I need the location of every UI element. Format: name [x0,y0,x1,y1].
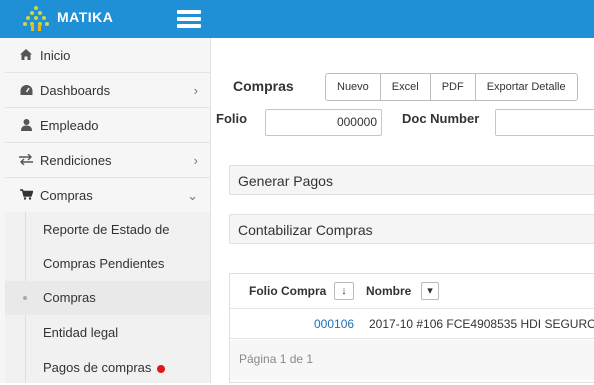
pdf-button[interactable]: PDF [429,73,476,101]
submenu-item-text: Pagos de compras [43,360,152,375]
submenu-item-pagos-de-compras[interactable]: Pagos de compras [5,351,210,385]
sidebar-item-empleado[interactable]: Empleado [5,108,210,143]
folio-label: Folio [216,111,248,126]
table-header: Folio Compra ↓ Nombre ▾ [230,274,594,309]
sidebar: Inicio Dashboards › Empleado Rendiciones… [0,38,211,383]
page-title: Compras [233,78,294,94]
menu-toggle-icon[interactable] [177,10,201,28]
alert-dot-icon [157,364,166,373]
active-bullet-icon [23,296,27,300]
table-footer: Página 1 de 1 [230,340,594,380]
sidebar-item-label: Compras [40,188,93,203]
generar-pagos-panel[interactable]: Generar Pagos [229,165,594,195]
doc-number-input[interactable] [495,109,594,136]
submenu-item-reporte-estado[interactable]: Reporte de Estado de [5,213,210,247]
submenu-compras: Reporte de Estado de Compras Pendientes … [5,212,210,383]
user-icon [18,119,34,133]
sidebar-item-label: Empleado [40,118,99,133]
dashboard-icon [18,84,34,98]
sort-down-icon[interactable]: ↓ [334,282,354,300]
caret-down-icon[interactable]: ▾ [421,282,439,300]
toolbar: Nuevo Excel PDF Exportar Detalle [325,73,578,101]
compras-table: Folio Compra ↓ Nombre ▾ 000106 2017-10 #… [229,273,594,383]
chevron-down-icon: ⌄ [187,188,198,203]
submenu-item-compras-pendientes[interactable]: Compras Pendientes [5,247,210,281]
folio-link[interactable]: 000106 [314,317,354,331]
sidebar-item-dashboards[interactable]: Dashboards › [5,73,210,108]
submenu-item-label: Reporte de Estado de [43,222,170,237]
excel-button[interactable]: Excel [379,73,431,101]
sidebar-item-compras[interactable]: Compras ⌄ [5,178,210,213]
sidebar-item-label: Inicio [40,48,71,63]
submenu-item-label: Compras [43,290,96,305]
nombre-cell: 2017-10 #106 FCE4908535 HDI SEGUROS [369,317,594,331]
brand-name: MATIKA [57,9,114,25]
submenu-item-entidad-legal[interactable]: Entidad legal [5,316,210,350]
column-header-nombre[interactable]: Nombre [366,284,411,298]
top-bar: MATIKA [0,0,594,38]
main-content: Compras Nuevo Excel PDF Exportar Detalle… [211,38,594,383]
home-icon [18,49,34,63]
chevron-right-icon: › [193,83,198,98]
nuevo-button[interactable]: Nuevo [325,73,381,101]
sidebar-item-rendiciones[interactable]: Rendiciones › [5,143,210,178]
exportar-detalle-button[interactable]: Exportar Detalle [474,73,578,101]
folio-input[interactable]: 000000 [265,109,382,136]
sidebar-item-inicio[interactable]: Inicio [5,38,210,73]
sidebar-item-label: Rendiciones [40,153,112,168]
table-row[interactable]: 000106 2017-10 #106 FCE4908535 HDI SEGUR… [230,309,594,339]
matika-logo-icon [23,6,49,31]
chevron-right-icon: › [193,153,198,168]
pagination-text: Página 1 de 1 [239,352,314,366]
column-header-folio[interactable]: Folio Compra [249,284,326,298]
contabilizar-compras-panel[interactable]: Contabilizar Compras [229,214,594,244]
submenu-item-label: Pagos de compras [43,360,166,375]
panel-title: Contabilizar Compras [238,222,373,238]
panel-title: Generar Pagos [238,173,333,189]
sidebar-item-label: Dashboards [40,83,111,98]
submenu-item-compras[interactable]: Compras [5,281,210,315]
submenu-item-label: Compras Pendientes [43,256,165,271]
doc-number-label: Doc Number [402,111,480,126]
exchange-icon [18,153,34,168]
cart-icon [18,189,34,203]
submenu-item-label: Entidad legal [43,325,119,340]
